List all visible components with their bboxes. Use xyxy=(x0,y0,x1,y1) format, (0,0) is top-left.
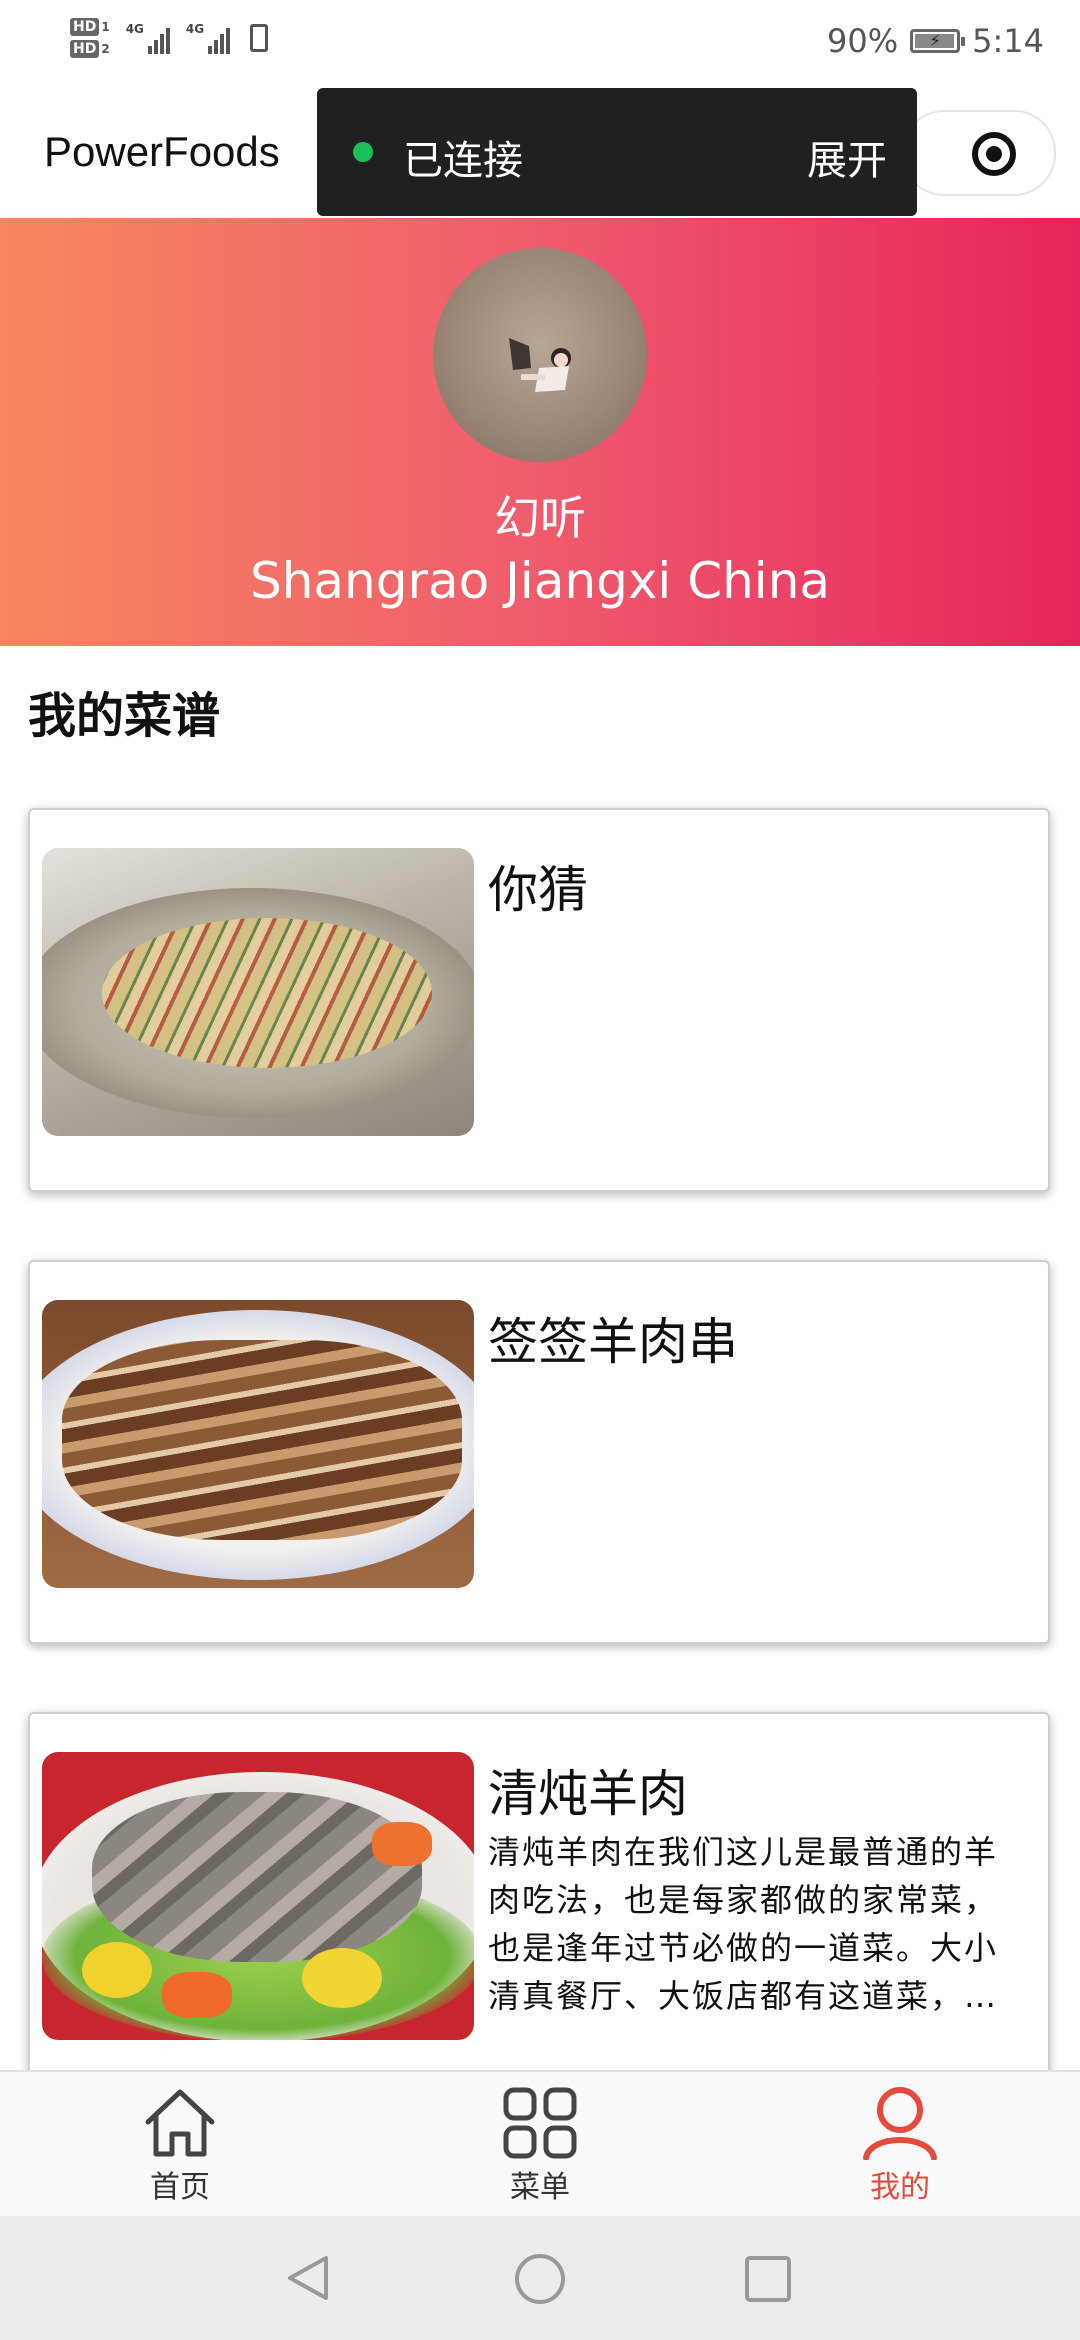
mini-program-capsule[interactable] xyxy=(902,110,1056,196)
tab-label: 首页 xyxy=(150,2170,210,2205)
recipe-image xyxy=(42,1300,474,1588)
system-nav-bar xyxy=(0,2216,1080,2340)
grid-icon xyxy=(503,2087,577,2159)
app-title: PowerFoods xyxy=(44,128,280,175)
signal-icon-sim1: 4G xyxy=(126,22,170,54)
tab-label: 我的 xyxy=(870,2170,930,2205)
status-left: HD 1 HD 2 4G 4G xyxy=(70,18,269,58)
status-right: 90% ⚡ 5:14 xyxy=(827,22,1044,60)
expand-button[interactable]: 展开 xyxy=(807,128,887,186)
recipe-title: 签签羊肉串 xyxy=(488,1313,738,1371)
recipe-image xyxy=(42,1752,474,2040)
avatar-photo xyxy=(509,338,571,392)
clock: 5:14 xyxy=(972,22,1044,60)
user-name: 幻听 xyxy=(494,491,586,545)
tab-label: 菜单 xyxy=(510,2170,570,2205)
recipe-card[interactable]: 签签羊肉串 xyxy=(28,1260,1050,1644)
recipe-card[interactable]: 你猜 xyxy=(28,808,1050,1192)
status-bar: HD 1 HD 2 4G 4G 90% ⚡ 5:14 xyxy=(0,0,1080,88)
recipe-title: 清炖羊肉 xyxy=(488,1765,688,1823)
home-circle-icon[interactable] xyxy=(513,2252,567,2306)
vibrate-icon xyxy=(250,24,269,52)
hd-badge-1: HD xyxy=(70,18,100,36)
profile-header: 幻听 Shangrao Jiangxi China xyxy=(0,218,1080,646)
user-icon xyxy=(863,2087,937,2160)
recipe-title: 你猜 xyxy=(488,861,588,919)
home-icon xyxy=(145,2089,215,2157)
connection-status: 已连接 xyxy=(403,138,523,184)
back-icon[interactable] xyxy=(282,2252,334,2304)
signal-icon-sim2: 4G xyxy=(186,22,231,54)
tab-mine[interactable]: 我的 xyxy=(800,2072,1000,2218)
section-title-my-recipes: 我的菜谱 xyxy=(28,688,221,744)
recipe-description: 清炖羊肉在我们这儿是最普通的羊肉吃法，也是每家都做的家常菜，也是逢年过节必做的一… xyxy=(488,1833,999,2015)
battery-icon: ⚡ xyxy=(910,29,966,53)
debug-connection-toast[interactable]: 已连接 展开 xyxy=(317,88,917,216)
recipe-image xyxy=(42,848,474,1136)
tab-menu[interactable]: 菜单 xyxy=(440,2072,640,2218)
close-target-icon[interactable] xyxy=(972,132,1016,176)
tab-home[interactable]: 首页 xyxy=(80,2072,280,2218)
recents-square-icon[interactable] xyxy=(743,2254,793,2304)
battery-percent: 90% xyxy=(827,22,899,60)
connected-dot-icon xyxy=(353,142,373,162)
tab-bar: 首页 菜单 我的 xyxy=(0,2070,1080,2218)
hd-badge-2: HD xyxy=(70,40,100,58)
recipe-card[interactable]: 清炖羊肉 清炖羊肉在我们这儿是最普通的羊肉吃法，也是每家都做的家常菜，也是逢年过… xyxy=(28,1712,1050,2096)
user-location: Shangrao Jiangxi China xyxy=(249,552,831,610)
avatar[interactable] xyxy=(433,248,647,462)
